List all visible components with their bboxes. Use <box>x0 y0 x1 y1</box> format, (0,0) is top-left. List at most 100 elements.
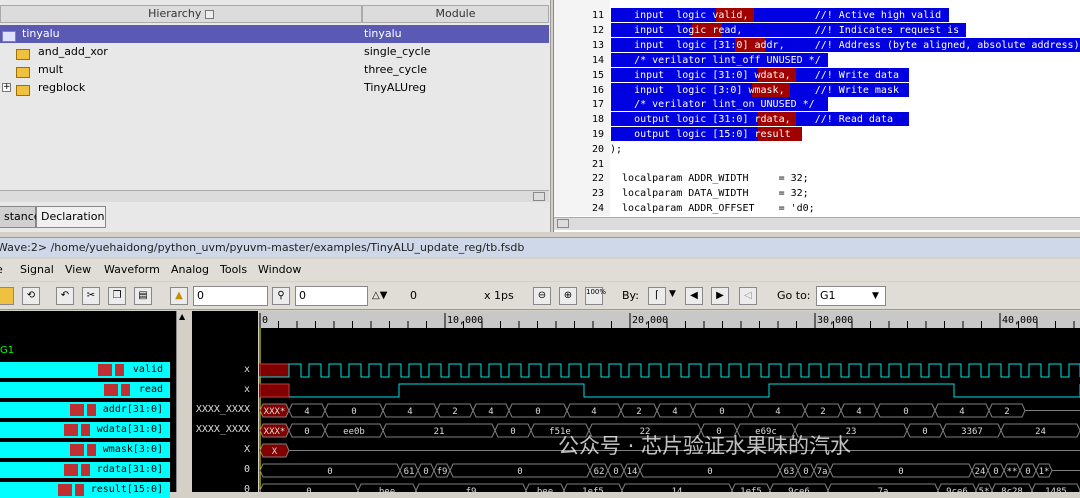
hierarchy-row-mult[interactable]: mult three_cycle <box>0 61 549 79</box>
waveform-canvas[interactable]: 0 10,000 20,000 30,000 40,000XXX* 4 0 4 2 4 0 4 2 4 0 4… <box>259 311 1080 498</box>
cursor-time-input[interactable]: 0 <box>193 286 268 306</box>
search-forward-icon[interactable]: ▶ <box>711 287 729 305</box>
rdata-label: 61 <box>404 467 415 477</box>
signal-addr[interactable]: addr[31:0] <box>0 402 170 418</box>
expand-icon[interactable]: + <box>2 83 11 92</box>
pointer-icon[interactable]: ▲ <box>170 287 188 305</box>
signal-value: 0 <box>243 464 250 475</box>
reload-icon[interactable]: ⟲ <box>22 287 40 305</box>
line-number: 24 <box>591 203 604 214</box>
time-ruler[interactable] <box>259 311 1080 328</box>
addr-label: 0 <box>719 407 724 417</box>
copy-icon[interactable]: ❐ <box>108 287 126 305</box>
waveform-pane[interactable]: 0 10,000 20,000 30,000 40,000 XXX* 4 0 4 2 4 0 4 2 4 0 4… <box>259 311 1080 498</box>
hierarchy-row-regblock[interactable]: + regblock TinyALUreg <box>0 79 549 97</box>
addr-label: 4 <box>856 407 861 417</box>
addr-label: XXX* <box>264 407 286 417</box>
signal-value: x <box>243 364 250 375</box>
menu-analog[interactable]: Analog <box>171 263 209 276</box>
code-line: localparam ADDR_WIDTH = 32; <box>610 173 809 184</box>
menu-view[interactable]: View <box>65 263 91 276</box>
signal-vertical-scrollbar[interactable]: ▲ <box>176 311 190 492</box>
rdata-label: 7a <box>817 467 828 477</box>
menu-tools[interactable]: Tools <box>220 263 247 276</box>
hierarchy-pane: Hierarchy Module tinyalu tinyalu and_add… <box>0 0 551 232</box>
paste-icon[interactable]: ▤ <box>134 287 152 305</box>
signal-value: X <box>243 444 250 455</box>
result-label: 0 <box>306 487 311 492</box>
menu-signal[interactable]: Signal <box>20 263 54 276</box>
code-line: input logic [3:0] wmask, //! Write mask <box>610 85 899 96</box>
delta-icon[interactable]: △▼ <box>372 290 387 301</box>
signal-tag-icon <box>98 364 112 376</box>
hierarchy-column-header[interactable]: Hierarchy <box>0 5 362 23</box>
code-line: input logic [31:0] wdata, //! Write data <box>610 70 899 81</box>
addr-label: 2 <box>452 407 457 417</box>
folder-icon <box>16 64 32 78</box>
result-label: 8c28 <box>1001 487 1023 492</box>
result-label: bee <box>379 487 395 492</box>
hierarchy-row-tinyalu[interactable]: tinyalu tinyalu <box>0 25 549 43</box>
search-by-icon[interactable]: ⌈ <box>648 287 666 305</box>
source-code-pane: 11 input logic valid, //! Active high va… <box>553 0 1080 232</box>
search-history-icon[interactable]: ◁ <box>739 287 757 305</box>
rdata-label: 0 <box>898 467 903 477</box>
zoom-fit-icon[interactable]: 100% <box>585 287 606 305</box>
wdata-label: 0 <box>510 427 515 437</box>
instance-name: and_add_xor <box>38 45 108 58</box>
signal-read[interactable]: read <box>0 382 170 398</box>
dropdown-arrow-icon[interactable]: ▼ <box>669 289 676 299</box>
open-icon[interactable] <box>0 287 14 305</box>
line-number: 18 <box>591 114 604 125</box>
wdata-label: 0 <box>304 427 309 437</box>
folder-icon <box>16 82 32 96</box>
signal-result[interactable]: result[15:0] <box>0 482 170 498</box>
tab-declaration[interactable]: Declaration <box>36 206 106 228</box>
module-name: tinyalu <box>364 27 402 40</box>
horizontal-scrollbar[interactable] <box>0 190 549 202</box>
code-line: /* verilator lint_on UNUSED */ <box>610 99 815 110</box>
menu-window[interactable]: Window <box>258 263 301 276</box>
result-label: 1ef5 <box>582 487 604 492</box>
wdata-label: XXX* <box>264 427 286 437</box>
search-back-icon[interactable]: ◀ <box>685 287 703 305</box>
signal-name-pane: G1 valid read addr[31:0] wdata[31:0] wma… <box>0 311 176 498</box>
marker-time-input[interactable]: 0 <box>295 286 368 306</box>
ruler-label: 40,000 <box>1002 315 1038 326</box>
signal-wmask[interactable]: wmask[3:0] <box>0 442 170 458</box>
zoom-in-icon[interactable]: ⊕ <box>559 287 577 305</box>
signal-tag-icon <box>81 424 90 436</box>
unknown-region <box>259 383 290 398</box>
code-line: input logic [31:0] addr, //! Address (by… <box>610 40 1080 51</box>
column-menu-icon <box>204 9 214 19</box>
instance-name: tinyalu <box>22 27 60 40</box>
scroll-left-icon[interactable] <box>557 219 569 228</box>
signal-tag-icon <box>70 404 84 416</box>
source-horizontal-scrollbar[interactable] <box>554 217 1080 230</box>
cut-icon[interactable]: ✂ <box>82 287 100 305</box>
signal-value: 0 <box>243 484 250 495</box>
scroll-right-icon[interactable] <box>533 192 545 201</box>
result-label: 9ce6 <box>946 487 968 492</box>
signal-rdata[interactable]: rdata[31:0] <box>0 462 170 478</box>
unknown-region <box>259 363 290 378</box>
marker-icon[interactable]: ⚲ <box>272 287 290 305</box>
rdata-label: 14 <box>627 467 638 477</box>
tab-instance[interactable]: stance <box>0 206 41 228</box>
module-column-header[interactable]: Module <box>362 5 549 23</box>
signal-tag-icon <box>64 424 78 436</box>
signal-tag-icon <box>121 384 130 396</box>
addr-label: 2 <box>820 407 825 417</box>
chevron-down-icon[interactable]: ▼ <box>872 291 879 301</box>
line-number: 15 <box>591 70 604 81</box>
scroll-up-icon[interactable]: ▲ <box>179 312 185 321</box>
menu-file-fragment[interactable]: e <box>0 263 3 276</box>
signal-wdata[interactable]: wdata[31:0] <box>0 422 170 438</box>
menu-waveform[interactable]: Waveform <box>104 263 160 276</box>
signal-valid[interactable]: valid <box>0 362 170 378</box>
undo-icon[interactable]: ↶ <box>56 287 74 305</box>
line-number: 21 <box>591 159 604 170</box>
zoom-out-icon[interactable]: ⊖ <box>533 287 551 305</box>
hierarchy-row-and-add-xor[interactable]: and_add_xor single_cycle <box>0 43 549 61</box>
code-line: localparam DATA_WIDTH = 32; <box>610 188 809 199</box>
